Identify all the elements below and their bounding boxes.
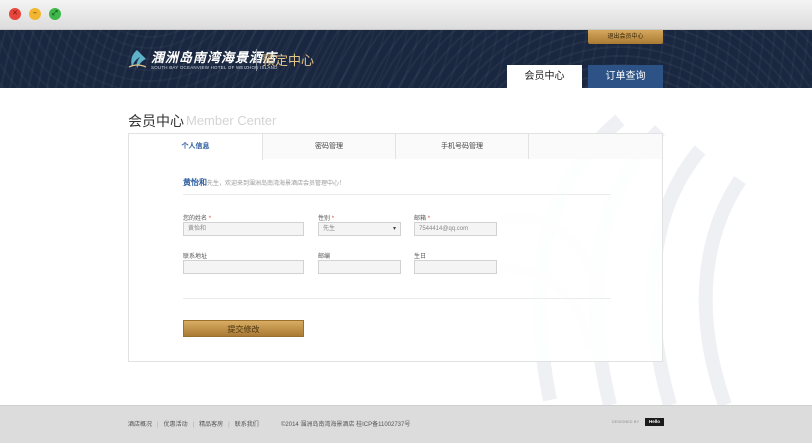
gender-value: 先生 (323, 226, 336, 232)
divider (183, 298, 611, 299)
member-panel: 个人信息 密码管理 手机号码管理 黄怡和先生，欢迎来到涠洲岛南湾海景酒店会员管理… (128, 133, 663, 362)
birthday-input[interactable] (414, 260, 497, 274)
site-footer: 酒店概况 | 优惠活动 | 精品客房 | 联系我们 ©2014 涠洲岛南湾海景酒店 桂ICP… (0, 405, 812, 443)
designed-by-label: DESIGNED BY (612, 420, 640, 424)
minimize-window-icon[interactable]: – (29, 8, 41, 20)
footer-separator: | (157, 422, 159, 428)
window-titlebar: ✕ – ⤢ (0, 0, 812, 30)
address-label: 联系地址 (183, 254, 208, 260)
footer-links: 酒店概况 | 优惠活动 | 精品客房 | 联系我们 (128, 419, 259, 428)
close-window-icon[interactable]: ✕ (9, 8, 21, 20)
footer-link-promotions[interactable]: 优惠活动 (164, 422, 188, 428)
footer-separator: | (192, 422, 195, 428)
hotel-name-cn: 涠洲岛南湾海景酒店 (151, 51, 278, 66)
hotel-logo-icon (128, 50, 147, 68)
logout-button[interactable]: 退出会员中心 (588, 30, 663, 44)
designer-logo[interactable]: Hello (645, 418, 664, 426)
site-header: 退出会员中心 涠洲岛南湾海景酒店 SOUTH BAY OCEANVIEW HOT… (0, 30, 812, 88)
gender-label: 性别 * (318, 213, 334, 222)
submit-changes-button[interactable]: 提交修改 (183, 320, 304, 337)
logo-divider (256, 49, 257, 71)
member-name: 黄怡和 (183, 178, 207, 187)
chevron-down-icon: ▾ (392, 226, 396, 232)
postcode-input[interactable] (318, 260, 401, 274)
footer-separator: | (228, 422, 230, 428)
page-title-en: Member Center (186, 113, 277, 128)
hotel-name-en: SOUTH BAY OCEANVIEW HOTEL OF WEIZHOU ISL… (151, 65, 278, 70)
tab-member-center[interactable]: 会员中心 (507, 65, 582, 88)
postcode-label: 邮编 (318, 254, 331, 260)
address-input[interactable] (183, 260, 304, 274)
page-title: 会员中心 (128, 113, 184, 129)
footer-copyright: ©2014 涠洲岛南湾海景酒店 桂ICP备11002737号 (281, 422, 411, 428)
maximize-window-icon[interactable]: ⤢ (49, 8, 61, 20)
footer-link-rooms[interactable]: 精品客房 (199, 422, 223, 428)
tab-personal-info[interactable]: 个人信息 (129, 134, 263, 160)
email-input[interactable]: 7544414@qq.com (414, 222, 497, 236)
email-label: 邮箱 * (414, 213, 430, 222)
gender-select[interactable]: 先生 ▾ (318, 222, 401, 236)
footer-link-contact[interactable]: 联系我们 (235, 422, 259, 428)
tab-order-query[interactable]: 订单查询 (588, 65, 663, 88)
tab-password-management[interactable]: 密码管理 (263, 134, 396, 159)
tab-phone-management[interactable]: 手机号码管理 (396, 134, 529, 159)
panel-tabs: 个人信息 密码管理 手机号码管理 (129, 134, 662, 160)
footer-link-hotel-overview[interactable]: 酒店概况 (128, 422, 152, 428)
divider (183, 194, 611, 195)
birthday-label: 生日 (414, 254, 427, 260)
name-label: 您的姓名 * (183, 213, 211, 222)
tab-empty (529, 134, 662, 159)
welcome-message: 黄怡和先生，欢迎来到涠洲岛南湾海景酒店会员管理中心！ (183, 177, 345, 188)
name-input[interactable]: 黄怡和 (183, 222, 304, 236)
booking-center-label: 預定中心 (262, 54, 315, 69)
welcome-text: 先生，欢迎来到涠洲岛南湾海景酒店会员管理中心！ (207, 181, 346, 187)
